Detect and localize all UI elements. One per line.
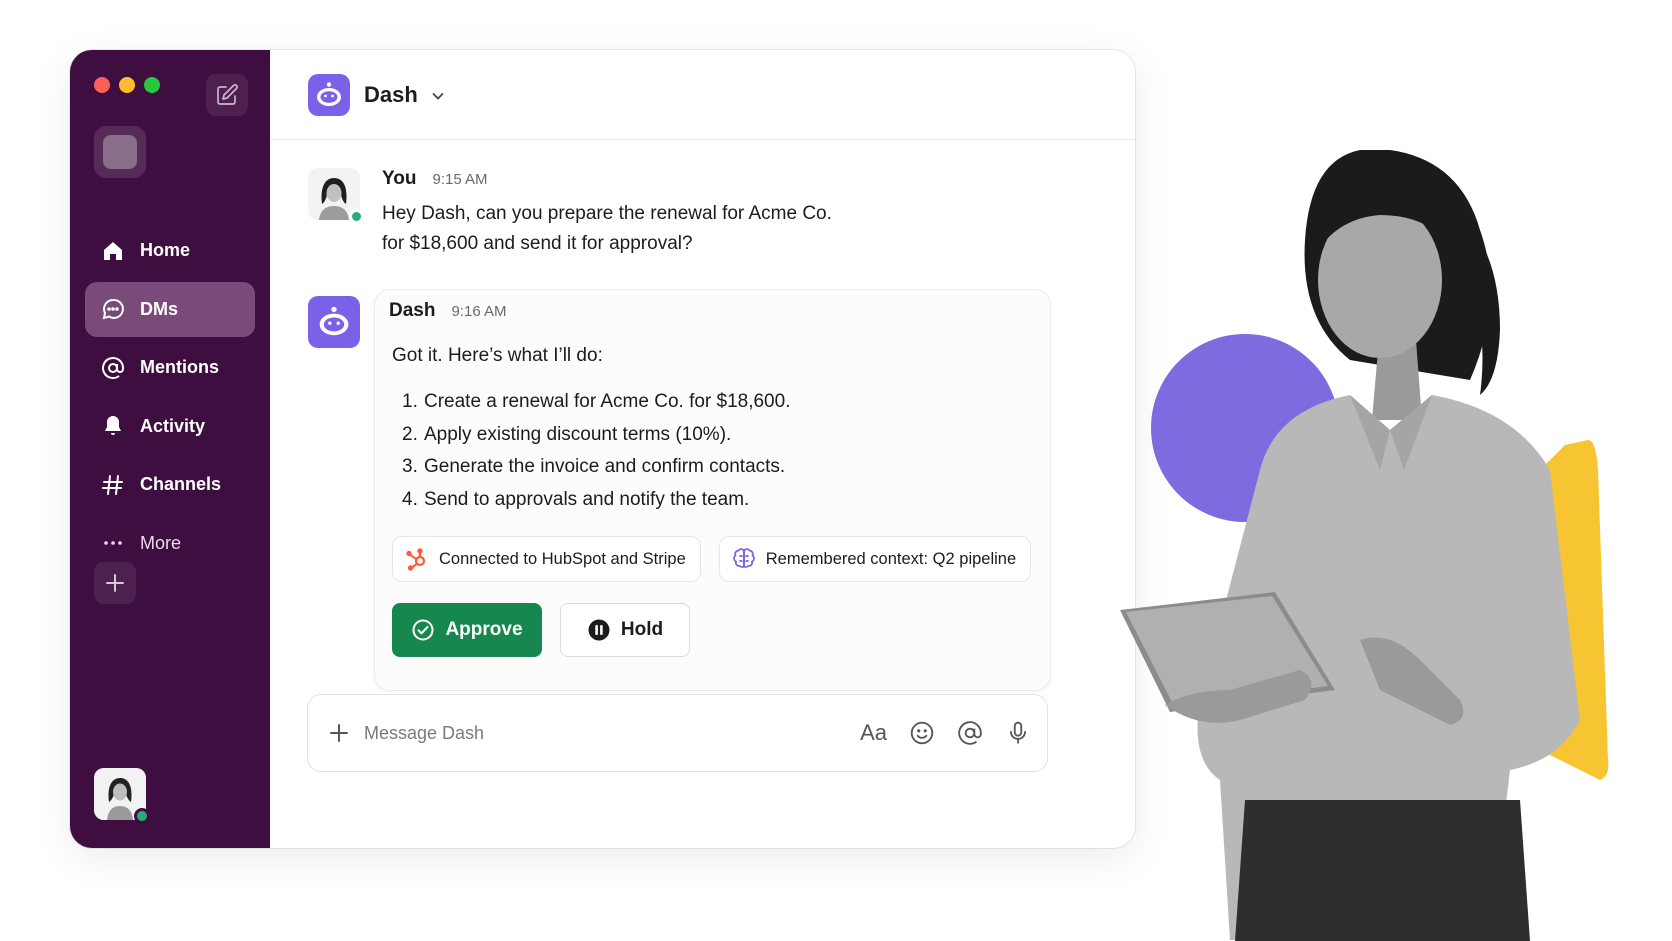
message-line: for $18,600 and send it for approval? — [382, 233, 693, 254]
message-input[interactable] — [364, 722, 861, 744]
message-composer: Aa — [307, 694, 1048, 772]
sidebar-item-label: Channels — [140, 474, 222, 494]
mention-icon[interactable] — [957, 720, 983, 746]
workspace-icon — [103, 135, 137, 169]
robot-icon — [317, 81, 341, 106]
bot-avatar[interactable] — [308, 296, 360, 348]
step-number: 4. — [402, 488, 418, 510]
home-icon — [100, 238, 126, 264]
compose-button[interactable] — [206, 74, 248, 116]
ellipsis-icon — [100, 530, 126, 556]
compose-icon — [217, 84, 238, 105]
step-text: Create a renewal for Acme Co. for $18,60… — [424, 391, 791, 412]
sidebar-item-label: DMs — [140, 298, 179, 319]
sidebar-nav: Home DMs Mentions Activity Channels More — [85, 223, 255, 574]
response-lead: Got it. Here’s what I’ll do: — [392, 345, 603, 366]
hubspot-icon — [406, 548, 426, 571]
list-item: 2. Apply existing discount terms (10%). — [402, 419, 790, 452]
step-number: 1. — [402, 391, 418, 412]
message-line: Hey Dash, can you prepare the renewal fo… — [382, 203, 832, 224]
sidebar-item-label: Home — [140, 240, 191, 260]
message-timestamp: 9:15 AM — [432, 171, 488, 188]
app-window: Home DMs Mentions Activity Channels More… — [70, 50, 1135, 848]
chip-label: Remembered context: Q2 pipeline — [765, 549, 1017, 568]
step-number: 2. — [402, 423, 418, 445]
current-user-avatar[interactable] — [94, 768, 150, 824]
user-avatar[interactable] — [308, 168, 364, 224]
sidebar-item-label: Activity — [140, 415, 206, 436]
message-author[interactable]: You — [382, 168, 416, 190]
list-item: 1. Create a renewal for Acme Co. for $18,… — [402, 386, 790, 419]
sidebar-item-activity[interactable]: Activity — [85, 399, 255, 454]
bell-icon — [100, 413, 126, 439]
sidebar: Home DMs Mentions Activity Channels More — [70, 50, 270, 848]
person-with-tablet-illustration — [1120, 150, 1609, 941]
list-item: 4. Send to approvals and notify the team. — [402, 484, 790, 517]
format-button[interactable]: Aa — [860, 720, 887, 746]
step-text: Generate the invoice and confirm contact… — [424, 456, 786, 477]
add-button[interactable] — [94, 562, 136, 604]
step-number: 3. — [402, 456, 418, 477]
step-text: Apply existing discount terms (10%). — [424, 423, 732, 445]
emoji-icon[interactable] — [909, 720, 935, 746]
action-buttons: Approve Hold — [392, 603, 690, 657]
minimize-window-button[interactable] — [119, 77, 135, 93]
channel-title[interactable]: Dash — [364, 82, 418, 108]
window-controls — [94, 77, 160, 93]
list-item: 3. Generate the invoice and confirm conta… — [402, 451, 790, 484]
step-text: Send to approvals and notify the team. — [424, 488, 750, 510]
sidebar-item-label: Mentions — [140, 357, 219, 377]
hold-button[interactable]: Hold — [560, 603, 690, 657]
context-chips: Connected to HubSpot and Stripe Remember… — [392, 536, 1032, 582]
dm-icon — [100, 296, 126, 322]
maximize-window-button[interactable] — [144, 77, 160, 93]
presence-indicator — [349, 209, 364, 224]
chip-label: Connected to HubSpot and Stripe — [439, 549, 686, 568]
sidebar-item-mentions[interactable]: Mentions — [85, 340, 255, 395]
robot-icon — [319, 306, 349, 336]
plus-icon — [106, 574, 124, 592]
hero-illustration — [1060, 0, 1672, 941]
channel-header: Dash — [270, 50, 1135, 140]
chevron-down-icon[interactable] — [430, 88, 446, 104]
plan-steps: 1. Create a renewal for Acme Co. for $18,… — [402, 386, 790, 516]
presence-indicator — [134, 808, 150, 824]
approve-button[interactable]: Approve — [392, 603, 542, 657]
integration-chip[interactable]: Connected to HubSpot and Stripe — [392, 536, 701, 582]
sidebar-item-label: More — [140, 532, 182, 553]
sidebar-item-channels[interactable]: Channels — [85, 457, 255, 512]
plus-icon[interactable] — [328, 722, 350, 744]
check-circle-icon — [412, 619, 434, 641]
message-author[interactable]: Dash — [389, 300, 435, 322]
bot-avatar — [308, 73, 350, 116]
conversation-pane: Dash You 9:15 AM Hey Dash, can you prepa… — [270, 50, 1135, 848]
microphone-icon[interactable] — [1005, 720, 1031, 746]
approve-label: Approve — [445, 619, 523, 640]
at-icon — [100, 355, 126, 381]
pause-icon — [588, 619, 610, 641]
bot-response-card: Dash 9:16 AM Got it. Here’s what I’ll do… — [374, 289, 1051, 691]
hold-label: Hold — [620, 619, 664, 640]
sidebar-item-dms[interactable]: DMs — [85, 281, 255, 337]
message-text: Hey Dash, can you prepare the renewal fo… — [382, 199, 982, 259]
sidebar-item-home[interactable]: Home — [85, 223, 255, 278]
brain-icon — [732, 548, 755, 568]
workspace-switcher[interactable] — [94, 126, 146, 178]
message-body: You 9:15 AM Hey Dash, can you prepare th… — [382, 168, 982, 259]
close-window-button[interactable] — [94, 77, 110, 93]
message-header: Dash 9:16 AM — [389, 300, 507, 322]
memory-chip[interactable]: Remembered context: Q2 pipeline — [718, 536, 1032, 582]
message-timestamp: 9:16 AM — [451, 303, 507, 320]
composer-toolbar: Aa — [860, 720, 1031, 746]
message-header: You 9:15 AM — [382, 168, 982, 190]
hash-icon — [100, 472, 126, 498]
